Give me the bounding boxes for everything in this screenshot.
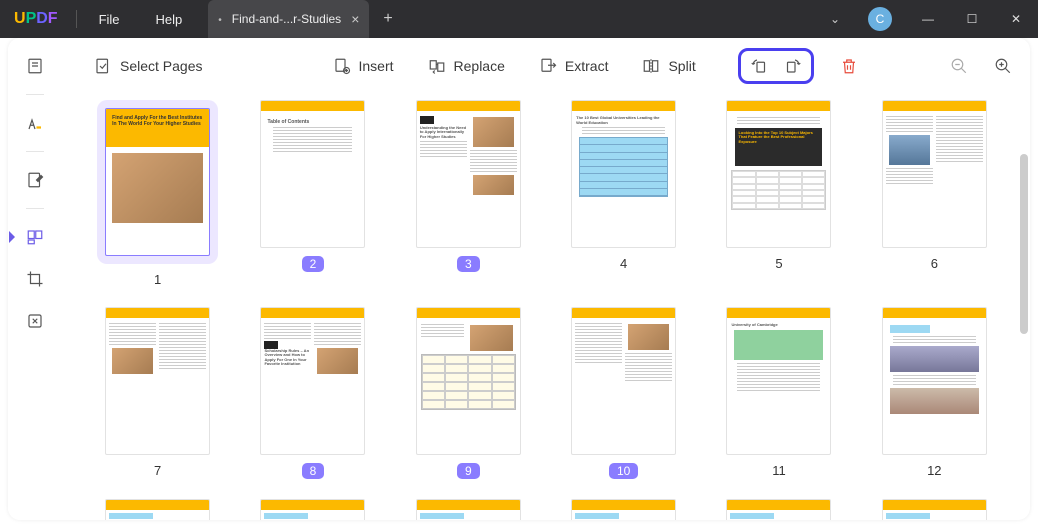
page-thumbnail[interactable] bbox=[92, 499, 223, 520]
workspace: Select Pages Insert Replace Extract bbox=[8, 38, 1030, 520]
extract-icon bbox=[539, 57, 557, 75]
thumbnail-image bbox=[882, 499, 987, 520]
left-sidebar bbox=[8, 38, 62, 520]
page-thumbnail[interactable] bbox=[558, 499, 689, 520]
thumbnail-image bbox=[105, 499, 210, 520]
thumbnail-image bbox=[260, 499, 365, 520]
thumbnail-image: Looking Into the Top 10 Subject Majors T… bbox=[726, 100, 831, 248]
select-pages-label: Select Pages bbox=[120, 58, 203, 74]
page-number: 11 bbox=[772, 463, 786, 478]
page-thumbnail[interactable]: 12 bbox=[869, 307, 1000, 479]
window-maximize-button[interactable]: ☐ bbox=[950, 0, 994, 38]
thumbnail-image: University of Cambridge bbox=[726, 307, 831, 455]
page-thumbnail[interactable]: 7 bbox=[92, 307, 223, 479]
thumbnail-image bbox=[882, 100, 987, 248]
user-avatar[interactable]: C bbox=[868, 7, 892, 31]
page-number: 5 bbox=[775, 256, 782, 271]
document-tab[interactable]: Find-and-...r-Studies × bbox=[208, 0, 369, 38]
page-number: 1 bbox=[154, 272, 161, 287]
extract-label: Extract bbox=[565, 58, 609, 74]
window-minimize-button[interactable]: — bbox=[906, 0, 950, 38]
divider bbox=[76, 10, 77, 28]
page-thumbnail[interactable]: Find and Apply For the Best Institutes I… bbox=[92, 100, 223, 287]
split-icon bbox=[642, 57, 660, 75]
thumbnail-image bbox=[416, 499, 521, 520]
thumbnail-image: Scholarship Rules – An Overview and How … bbox=[260, 307, 365, 455]
replace-label: Replace bbox=[454, 58, 505, 74]
page-thumbnail[interactable] bbox=[713, 499, 844, 520]
window-close-button[interactable]: ✕ bbox=[994, 0, 1038, 38]
thumbnail-image bbox=[105, 307, 210, 455]
reader-mode-icon[interactable] bbox=[19, 50, 51, 82]
thumbnail-image: Find and Apply For the Best Institutes I… bbox=[105, 108, 210, 256]
page-number: 8 bbox=[302, 463, 325, 479]
page-thumbnail[interactable]: Scholarship Rules – An Overview and How … bbox=[247, 307, 378, 479]
page-thumbnail[interactable]: Understanding the Need to Apply Internat… bbox=[403, 100, 534, 287]
thumbnail-image bbox=[571, 307, 676, 455]
insert-label: Insert bbox=[359, 58, 394, 74]
annotate-icon[interactable] bbox=[19, 107, 51, 139]
page-thumbnail[interactable]: The 10 Best Global Universities Leading … bbox=[558, 100, 689, 287]
select-pages-button[interactable]: Select Pages bbox=[80, 51, 217, 81]
thumbnail-grid: Find and Apply For the Best Institutes I… bbox=[92, 100, 1000, 520]
thumbnail-image bbox=[882, 307, 987, 455]
select-icon bbox=[94, 57, 112, 75]
page-number: 4 bbox=[620, 256, 627, 271]
thumbnail-image: Table of Contents bbox=[260, 100, 365, 248]
page-thumbnail[interactable]: 9 bbox=[403, 307, 534, 479]
page-thumbnail[interactable]: Looking Into the Top 10 Subject Majors T… bbox=[713, 100, 844, 287]
main-panel: Select Pages Insert Replace Extract bbox=[62, 38, 1030, 520]
tab-title: Find-and-...r-Studies bbox=[232, 12, 341, 26]
page-thumbnail[interactable] bbox=[869, 499, 1000, 520]
page-number: 10 bbox=[609, 463, 638, 479]
page-thumbnail[interactable]: 6 bbox=[869, 100, 1000, 287]
split-button[interactable]: Split bbox=[628, 51, 709, 81]
replace-icon bbox=[428, 57, 446, 75]
zoom-in-icon[interactable] bbox=[994, 57, 1012, 75]
page-thumbnail[interactable]: Table of Contents 2 bbox=[247, 100, 378, 287]
thumbnail-image bbox=[571, 499, 676, 520]
page-number: 2 bbox=[302, 256, 325, 272]
split-label: Split bbox=[668, 58, 695, 74]
page-toolbar: Select Pages Insert Replace Extract bbox=[62, 38, 1030, 94]
tab-close-icon[interactable]: × bbox=[351, 11, 359, 27]
page-number: 9 bbox=[457, 463, 480, 479]
insert-icon bbox=[333, 57, 351, 75]
insert-button[interactable]: Insert bbox=[319, 51, 408, 81]
chevron-down-icon[interactable]: ⌄ bbox=[816, 12, 854, 26]
titlebar: UPDF File Help Find-and-...r-Studies × +… bbox=[0, 0, 1038, 38]
app-logo: UPDF bbox=[0, 10, 72, 28]
rotate-left-icon[interactable] bbox=[751, 57, 769, 75]
thumbnail-grid-wrap[interactable]: Find and Apply For the Best Institutes I… bbox=[62, 94, 1030, 520]
page-thumbnail[interactable] bbox=[403, 499, 534, 520]
thumbnail-image bbox=[726, 499, 831, 520]
thumbnail-image: Understanding the Need to Apply Internat… bbox=[416, 100, 521, 248]
tools-icon[interactable] bbox=[19, 305, 51, 337]
extract-button[interactable]: Extract bbox=[525, 51, 623, 81]
rotate-group bbox=[738, 48, 814, 84]
menu-help[interactable]: Help bbox=[138, 12, 201, 27]
rotate-right-icon[interactable] bbox=[783, 57, 801, 75]
replace-button[interactable]: Replace bbox=[414, 51, 519, 81]
menu-file[interactable]: File bbox=[81, 12, 138, 27]
zoom-out-icon[interactable] bbox=[950, 57, 968, 75]
organize-pages-icon[interactable] bbox=[19, 221, 51, 253]
page-number: 7 bbox=[154, 463, 161, 478]
delete-icon[interactable] bbox=[840, 57, 858, 75]
tab-indicator-icon bbox=[218, 12, 222, 26]
crop-icon[interactable] bbox=[19, 263, 51, 295]
page-number: 3 bbox=[457, 256, 480, 272]
page-thumbnail[interactable] bbox=[247, 499, 378, 520]
new-tab-button[interactable]: + bbox=[369, 10, 406, 28]
thumbnail-image: The 10 Best Global Universities Leading … bbox=[571, 100, 676, 248]
page-number: 6 bbox=[931, 256, 938, 271]
edit-icon[interactable] bbox=[19, 164, 51, 196]
page-number: 12 bbox=[927, 463, 941, 478]
scrollbar[interactable] bbox=[1020, 154, 1028, 334]
page-thumbnail[interactable]: University of Cambridge 11 bbox=[713, 307, 844, 479]
page-thumbnail[interactable]: 10 bbox=[558, 307, 689, 479]
thumbnail-image bbox=[416, 307, 521, 455]
